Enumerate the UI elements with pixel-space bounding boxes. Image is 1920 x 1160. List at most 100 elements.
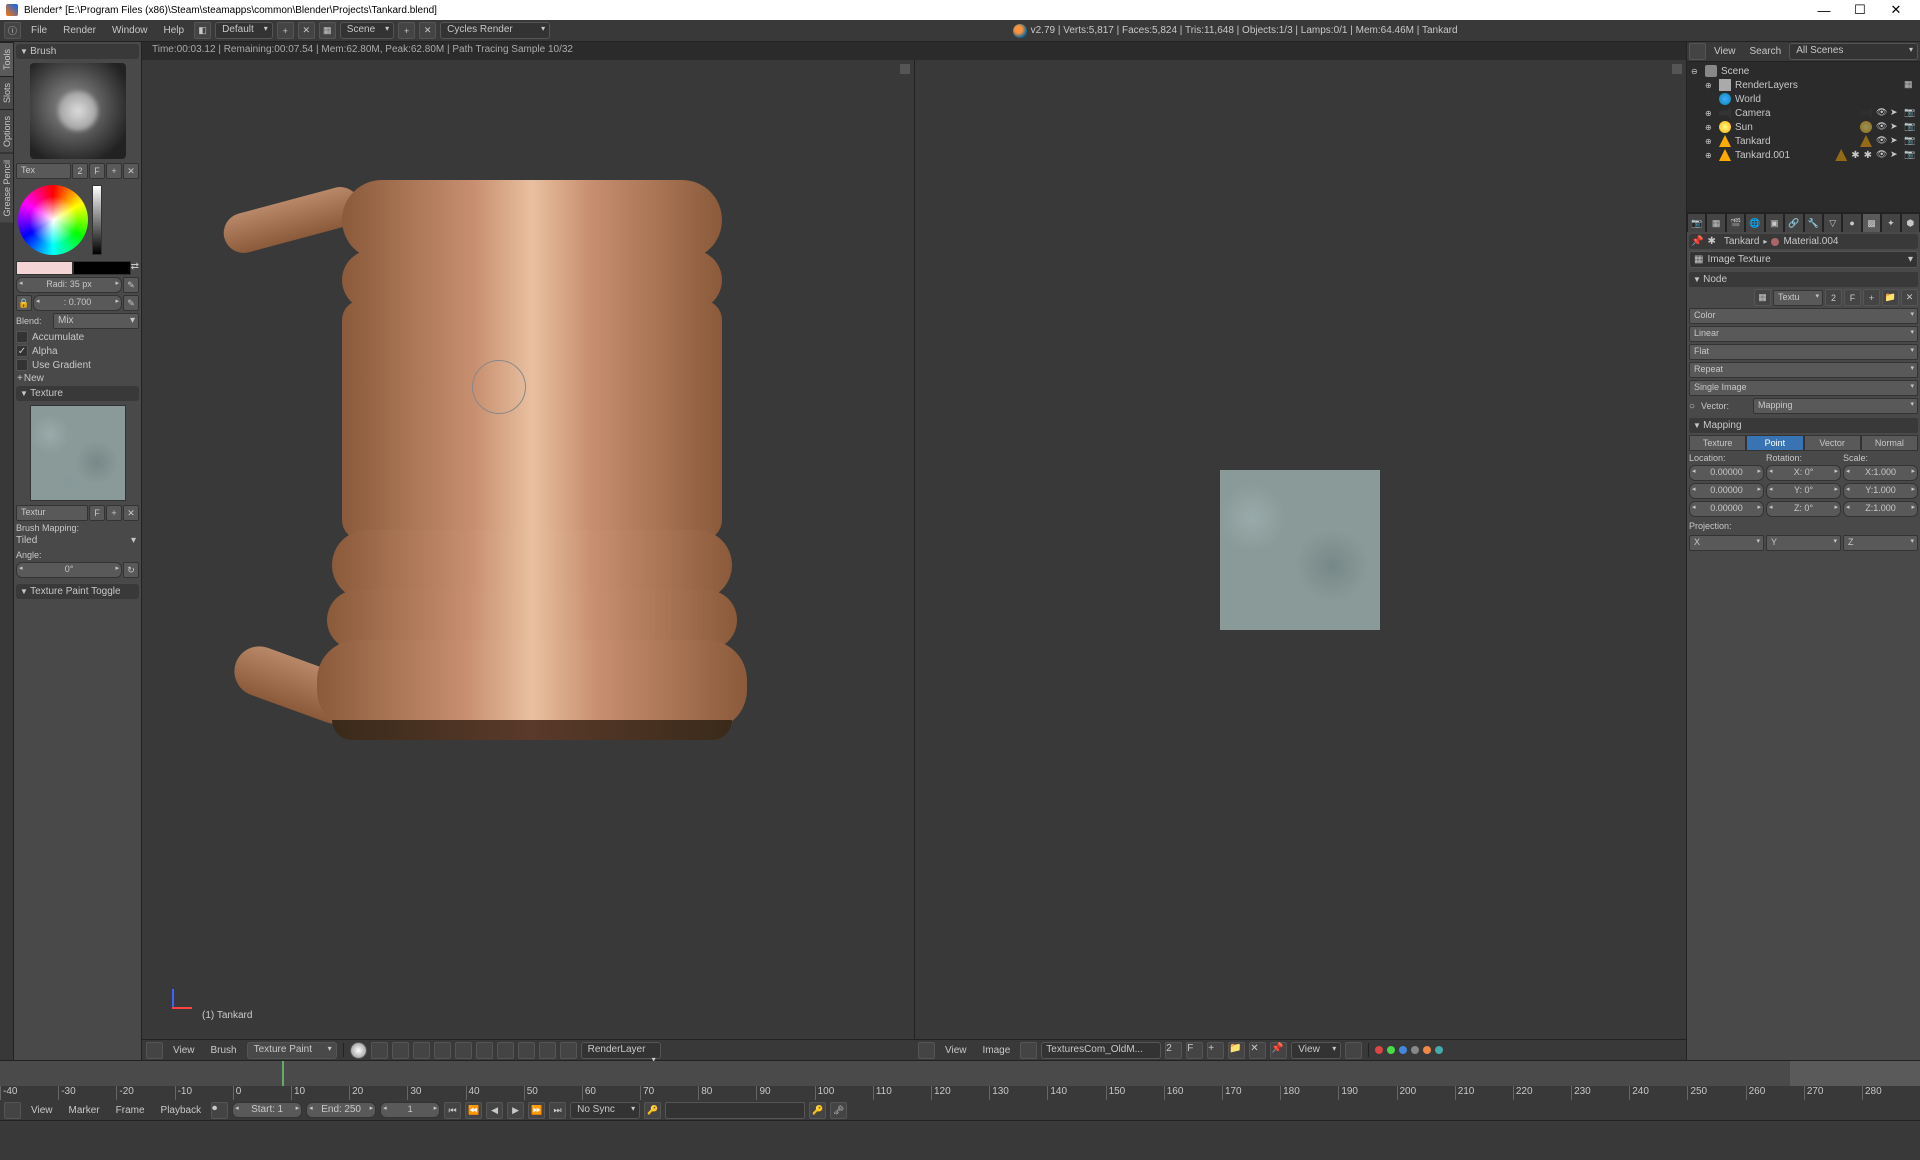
editor-type-icon[interactable] <box>4 1102 21 1119</box>
image-users[interactable]: 2 <box>1825 289 1842 306</box>
texture-panel-header[interactable]: Texture <box>16 386 139 401</box>
view-menu[interactable]: View <box>167 1043 201 1058</box>
layers-btn2[interactable] <box>434 1042 451 1059</box>
uv-select-icon[interactable] <box>1345 1042 1362 1059</box>
image-fake-user-icon[interactable]: F <box>1186 1042 1203 1059</box>
keying-set-field[interactable] <box>665 1102 805 1119</box>
layers-btn3[interactable] <box>455 1042 472 1059</box>
rot-x[interactable]: X: 0° <box>1766 465 1841 481</box>
render-border-icon[interactable] <box>560 1042 577 1059</box>
brush-panel-header[interactable]: Brush <box>16 44 139 59</box>
tab-scene[interactable]: 🎬 <box>1726 213 1745 233</box>
brush-users[interactable]: 2 <box>72 163 88 179</box>
tab-grease-pencil[interactable]: Grease Pencil <box>0 153 13 223</box>
proj-z-dropdown[interactable]: Z <box>1843 535 1918 551</box>
mapping-tab-texture[interactable]: Texture <box>1689 435 1746 451</box>
mapping-tab-vector[interactable]: Vector <box>1804 435 1861 451</box>
jump-first-icon[interactable]: ⏮ <box>444 1102 461 1119</box>
play-reverse-icon[interactable]: ◀ <box>486 1102 503 1119</box>
proj-y-dropdown[interactable]: Y <box>1766 535 1841 551</box>
menu-render[interactable]: Render <box>57 23 102 38</box>
split-corner-icon[interactable] <box>900 64 910 74</box>
use-gradient-checkbox[interactable]: Use Gradient <box>16 359 139 371</box>
tab-material[interactable]: ● <box>1842 213 1861 233</box>
brush-menu[interactable]: Brush <box>205 1043 243 1058</box>
auto-keyframe-icon[interactable]: ⏺ <box>211 1102 228 1119</box>
outliner-filter-dropdown[interactable]: All Scenes <box>1789 43 1918 60</box>
texture-unlink-icon[interactable]: ✕ <box>123 505 139 521</box>
channel-combo-icon[interactable] <box>1435 1046 1443 1054</box>
shading-icon[interactable] <box>350 1042 367 1059</box>
end-frame-field[interactable]: End: 250 <box>306 1102 376 1118</box>
image-menu[interactable]: Image <box>977 1043 1017 1058</box>
channel-a-icon[interactable] <box>1411 1046 1419 1054</box>
timeline-view-menu[interactable]: View <box>25 1103 59 1118</box>
outliner-item-tankard[interactable]: ⊕Tankard👁➤📷 <box>1689 134 1918 148</box>
render-engine-dropdown[interactable]: Cycles Render <box>440 22 550 39</box>
insert-keyframe-icon[interactable]: 🔑 <box>809 1102 826 1119</box>
image-texture-node-selector[interactable]: ▦ Image Texture ▾ <box>1689 251 1918 268</box>
accumulate-checkbox[interactable]: Accumulate <box>16 331 139 343</box>
rot-y[interactable]: Y: 0° <box>1766 483 1841 499</box>
outliner-item-renderlayers[interactable]: ⊕RenderLayers▦ <box>1689 78 1918 92</box>
proj-x-dropdown[interactable]: X <box>1689 535 1764 551</box>
image-name-field[interactable]: Textu <box>1773 290 1823 306</box>
texture-paint-toggle-header[interactable]: Texture Paint Toggle <box>16 584 139 599</box>
loc-z[interactable]: 0.00000 <box>1689 501 1764 517</box>
channel-z-icon[interactable] <box>1423 1046 1431 1054</box>
brush-fake-user-icon[interactable]: F <box>89 163 105 179</box>
current-frame-field[interactable]: 1 <box>380 1102 440 1118</box>
blend-mode-dropdown[interactable]: Mix▾ <box>53 313 139 329</box>
brush-unlink-icon[interactable]: ✕ <box>123 163 139 179</box>
secondary-color-swatch[interactable] <box>73 261 130 275</box>
timeline-ruler[interactable]: -40-30-20-100102030405060708090100110120… <box>0 1086 1920 1100</box>
editor-type-icon[interactable] <box>1689 43 1706 60</box>
tab-data[interactable]: ▽ <box>1823 213 1842 233</box>
breadcrumb-material[interactable]: Material.004 <box>1783 236 1838 247</box>
value-slider[interactable] <box>92 185 102 255</box>
start-frame-field[interactable]: Start: 1 <box>232 1102 302 1118</box>
editor-type-icon[interactable] <box>918 1042 935 1059</box>
interpolation-dropdown[interactable]: Linear <box>1689 326 1918 342</box>
image-add-icon[interactable]: + <box>1207 1042 1224 1059</box>
menu-window[interactable]: Window <box>106 23 154 38</box>
scale-y[interactable]: Y:1.000 <box>1843 483 1918 499</box>
maximize-button[interactable]: ☐ <box>1842 2 1878 18</box>
image-open-icon[interactable]: 📁 <box>1228 1042 1245 1059</box>
close-button[interactable]: ✕ <box>1878 2 1914 18</box>
scene-browse-icon[interactable]: ▦ <box>319 22 336 39</box>
timeline-track[interactable]: -40-30-20-100102030405060708090100110120… <box>0 1061 1920 1100</box>
loc-x[interactable]: 0.00000 <box>1689 465 1764 481</box>
mode-dropdown[interactable]: View <box>1291 1042 1341 1059</box>
editor-type-icon[interactable] <box>146 1042 163 1059</box>
outliner-view-menu[interactable]: View <box>1708 44 1742 59</box>
minimize-button[interactable]: — <box>1806 3 1842 18</box>
layers-btn1[interactable] <box>413 1042 430 1059</box>
radius-pressure-icon[interactable]: ✎ <box>123 277 139 293</box>
texture-name-field[interactable]: Textur <box>16 505 88 521</box>
outliner-item-sun[interactable]: ⊕Sun👁➤📷 <box>1689 120 1918 134</box>
tab-tools[interactable]: Tools <box>0 42 13 76</box>
menu-file[interactable]: File <box>25 23 53 38</box>
keying-set-icon[interactable]: 🔑 <box>644 1102 661 1119</box>
channel-b-icon[interactable] <box>1399 1046 1407 1054</box>
image-browse-icon[interactable] <box>1020 1042 1037 1059</box>
brush-add-icon[interactable]: + <box>106 163 122 179</box>
renderlayer-dropdown[interactable]: RenderLayer <box>581 1042 661 1059</box>
texture-add-icon[interactable]: + <box>106 505 122 521</box>
keyframe-next-icon[interactable]: ⏩ <box>528 1102 545 1119</box>
brush-preview[interactable] <box>30 63 126 159</box>
proportional-icon[interactable] <box>539 1042 556 1059</box>
image-open-icon[interactable]: 📁 <box>1882 289 1899 306</box>
color-wheel[interactable] <box>18 185 88 255</box>
jump-last-icon[interactable]: ⏭ <box>549 1102 566 1119</box>
image-add-icon[interactable]: + <box>1863 289 1880 306</box>
channel-g-icon[interactable] <box>1387 1046 1395 1054</box>
pivot-icon[interactable] <box>371 1042 388 1059</box>
outliner[interactable]: ⊖Scene ⊕RenderLayers▦ World ⊕Camera👁➤📷 ⊕… <box>1687 62 1920 212</box>
brush-name-field[interactable]: Tex <box>16 163 71 179</box>
angle-field[interactable]: 0° <box>16 562 122 578</box>
manipulator-icon[interactable] <box>392 1042 409 1059</box>
radius-field[interactable]: Radi: 35 px <box>16 277 122 293</box>
mapping-panel-header[interactable]: Mapping <box>1689 418 1918 433</box>
